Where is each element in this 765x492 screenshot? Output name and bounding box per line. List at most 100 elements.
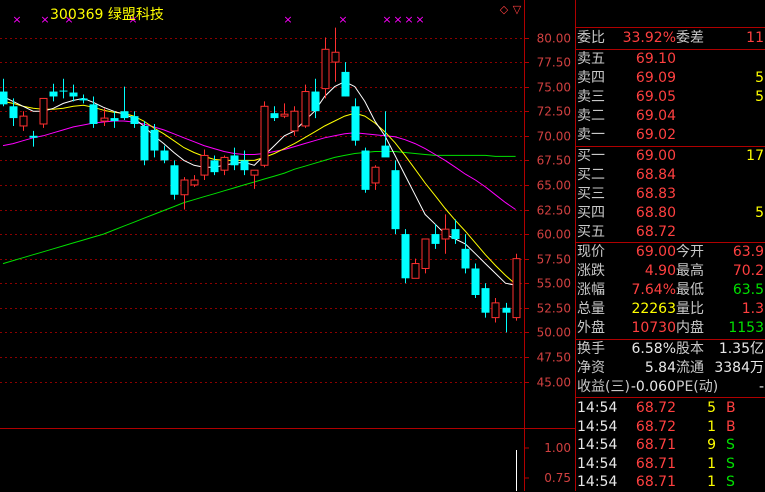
quote-panel: 委比 33.92% 委差 11 卖五 69.10 卖四 69.09 5 卖三 69.05 5 卖二 69.…	[576, 0, 765, 491]
candle-body	[481, 288, 490, 313]
stock-code: 300369	[50, 7, 104, 23]
quote-value: 7.64%	[631, 282, 676, 298]
candle-body	[351, 106, 360, 141]
ask-label: 卖一	[577, 127, 605, 143]
price-tick-label: 45.00	[537, 376, 571, 390]
quote-value: 22263	[631, 301, 676, 317]
tick-time: 14:54	[577, 474, 618, 490]
candle-body	[491, 302, 500, 319]
price-tick-label: 47.50	[537, 351, 571, 365]
tick-side: S	[726, 437, 735, 453]
price-tick-label: 52.50	[537, 302, 571, 316]
candle-body	[280, 113, 289, 117]
ask-row: 卖五 69.10	[576, 50, 765, 69]
stat-value: 6.58%	[631, 341, 676, 357]
candle-body	[471, 268, 480, 296]
signal-marker: ×	[382, 13, 391, 26]
quote-label-2: 内盘	[676, 320, 704, 336]
candle-body	[200, 154, 209, 176]
candle-body	[150, 129, 159, 151]
signal-marker: ×	[283, 13, 292, 26]
candle-body	[110, 118, 119, 122]
ratio-value: 33.92%	[622, 30, 676, 46]
tick-side: S	[726, 455, 735, 472]
quote-value: 4.90	[644, 263, 676, 279]
volume-tick-label: 1.00	[544, 441, 571, 455]
diff-value: 11	[746, 30, 764, 46]
candle-body	[170, 165, 179, 195]
candle-body	[341, 71, 350, 97]
ma-line-yellow	[2, 100, 516, 285]
candle-body	[220, 156, 229, 171]
bid-volume: 17	[746, 148, 764, 164]
tick-row: 14:54 68.71 9 S	[576, 436, 765, 455]
candle-body	[59, 90, 68, 92]
tick-volume: 9	[707, 437, 716, 453]
quote-label-2: 量比	[676, 301, 704, 317]
candle-body	[9, 106, 18, 119]
quote-label-2: 最高	[676, 263, 704, 279]
signal-marker: ×	[12, 13, 21, 26]
stat-value-2: 3384万	[714, 360, 764, 376]
quote-label: 涨幅	[577, 282, 605, 298]
price-tick-label: 57.50	[537, 253, 571, 267]
candle-body	[0, 91, 8, 105]
ask-label: 卖三	[577, 89, 605, 105]
tick-price: 68.71	[635, 474, 676, 490]
candle-body	[210, 160, 219, 173]
candle-body	[321, 48, 330, 90]
candle-body	[270, 113, 279, 119]
ma-line-white	[2, 81, 516, 286]
price-tick-label: 67.50	[537, 154, 571, 168]
candle-body	[401, 234, 410, 279]
quote-value-2: 1.3	[741, 301, 764, 317]
stat-label: 净资	[577, 360, 605, 376]
stat-row: 净资 5.84 流通 3384万	[576, 359, 765, 378]
quote-row: 涨跌 4.90 最高 70.2	[576, 262, 765, 281]
price-tick-label: 77.50	[537, 56, 571, 70]
signal-marker: ×	[404, 13, 413, 26]
signal-marker: ×	[40, 13, 49, 26]
tick-row: 14:54 68.72 5 B	[576, 399, 765, 418]
order-ratio-row: 委比 33.92% 委差 11	[576, 29, 765, 48]
candle-body	[421, 238, 430, 269]
candle-body	[371, 166, 380, 184]
signal-marker: ×	[393, 13, 402, 26]
ask-volume: 5	[755, 70, 764, 86]
quote-value-2: 70.2	[732, 263, 764, 279]
bid-row: 买四 68.80 5	[576, 204, 765, 223]
tick-row: 14:54 68.71 1 S	[576, 455, 765, 474]
ask-price: 69.09	[635, 70, 676, 86]
quote-value-2: 1153	[728, 320, 764, 336]
bid-price: 69.00	[635, 148, 676, 164]
tick-volume: 1	[707, 455, 716, 472]
candle-body	[441, 228, 450, 240]
tick-time: 14:54	[577, 418, 618, 435]
ask-price: 69.02	[635, 127, 676, 143]
signal-marker: ×	[415, 13, 424, 26]
quote-label-2: 今开	[676, 244, 704, 260]
candle-body	[451, 229, 460, 239]
quote-row: 涨幅 7.64% 最低 63.5	[576, 281, 765, 300]
candle-body	[19, 115, 28, 127]
tick-time: 14:54	[577, 455, 618, 472]
panel-separator	[576, 397, 765, 398]
candle-body	[49, 91, 58, 97]
stat-row: 收益(三) -0.060 PE(动) -	[576, 378, 765, 397]
price-tick-label: 62.50	[537, 204, 571, 218]
ask-row: 卖一 69.02	[576, 126, 765, 145]
stat-value-2: 1.35亿	[718, 341, 764, 357]
stat-row: 换手 6.58% 股本 1.35亿	[576, 340, 765, 359]
tick-side: S	[726, 474, 735, 490]
price-tick-label: 75.00	[537, 81, 571, 95]
candle-body	[431, 234, 440, 244]
ma-line-green	[2, 151, 516, 265]
tick-volume: 1	[707, 474, 716, 490]
candle-body	[190, 179, 199, 186]
ask-label: 卖四	[577, 70, 605, 86]
candle-body	[29, 135, 38, 138]
candle-body	[411, 263, 420, 279]
bid-price: 68.83	[635, 186, 676, 202]
bid-price: 68.84	[635, 167, 676, 183]
bid-label: 买三	[577, 186, 605, 202]
